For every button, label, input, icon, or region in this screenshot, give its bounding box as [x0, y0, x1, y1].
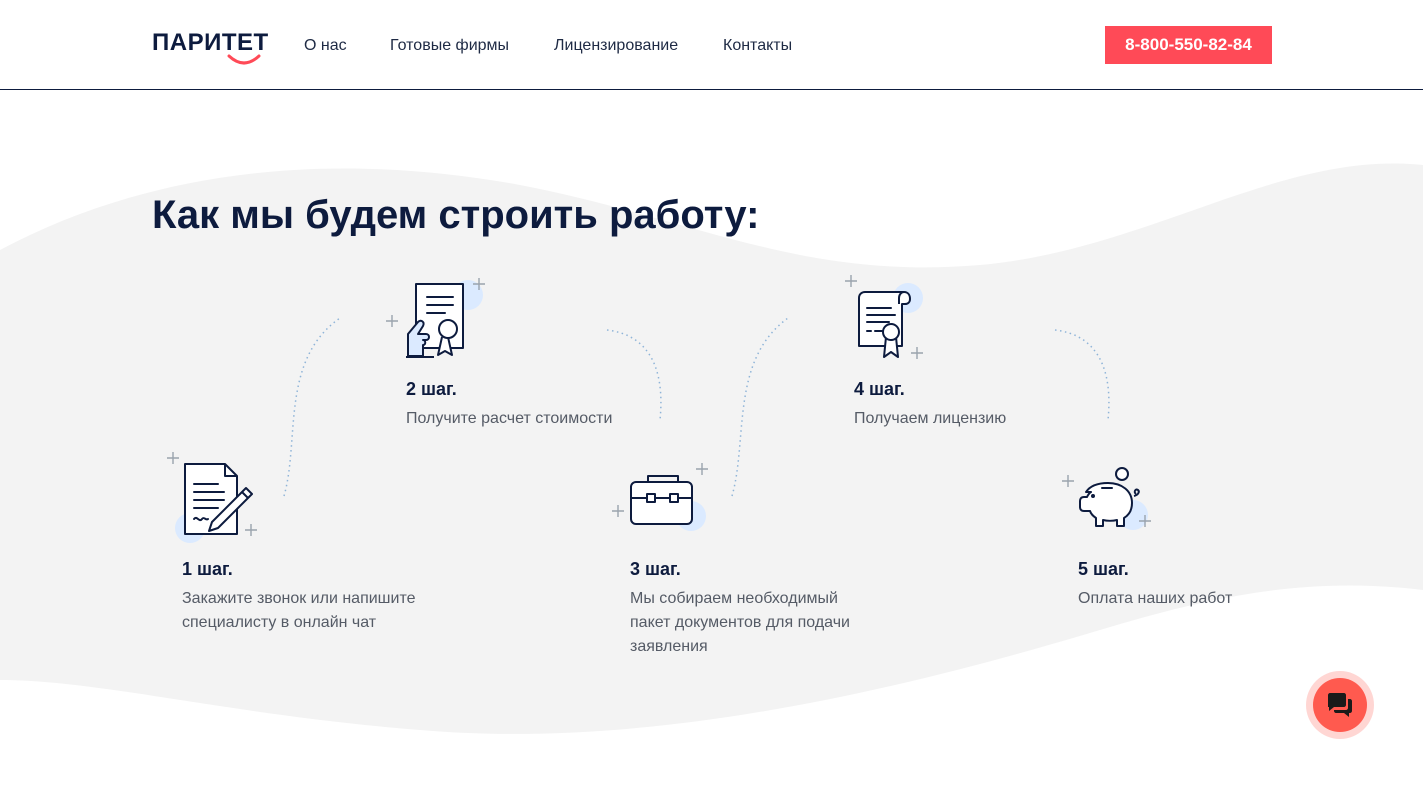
step-3-text-line: пакет документов для подачи [630, 614, 850, 631]
step-1-title: 1 шаг. [182, 559, 233, 579]
document-pen-icon [167, 452, 257, 543]
license-scroll-icon [845, 275, 923, 359]
certificate-hand-icon [386, 278, 485, 358]
step-2-title: 2 шаг. [406, 379, 457, 399]
connector-1-2 [283, 317, 341, 497]
step-5-text: Оплата наших работ [1078, 587, 1338, 611]
step-4-text: Получаем лицензию [854, 407, 1134, 431]
step-4-title: 4 шаг. [854, 379, 905, 399]
piggy-bank-icon [1062, 467, 1151, 530]
step-2-text: Получите расчет стоимости [406, 407, 686, 431]
step-1-text-line: Закажите звонок или напишите [182, 590, 416, 607]
step-1-text: Закажите звонок или напишите специалисту… [182, 587, 462, 635]
step-5-title: 5 шаг. [1078, 559, 1129, 579]
connector-3-4 [731, 317, 789, 497]
chat-button-inner [1313, 678, 1367, 732]
step-2-text-line: Получите расчет стоимости [406, 410, 613, 427]
chat-icon [1328, 693, 1352, 717]
chat-button[interactable] [1306, 671, 1374, 739]
step-1-text-line: специалисту в онлайн чат [182, 614, 377, 631]
step-4-text-line: Получаем лицензию [854, 410, 1007, 427]
step-3-text-line: Мы собираем необходимый [630, 590, 838, 607]
briefcase-icon [612, 463, 708, 531]
step-3-title: 3 шаг. [630, 559, 681, 579]
step-5-text-line: Оплата наших работ [1078, 590, 1233, 607]
step-3-text: Мы собираем необходимый пакет документов… [630, 587, 910, 659]
step-connectors [283, 317, 1110, 497]
step-3-text-line: заявления [630, 638, 708, 655]
